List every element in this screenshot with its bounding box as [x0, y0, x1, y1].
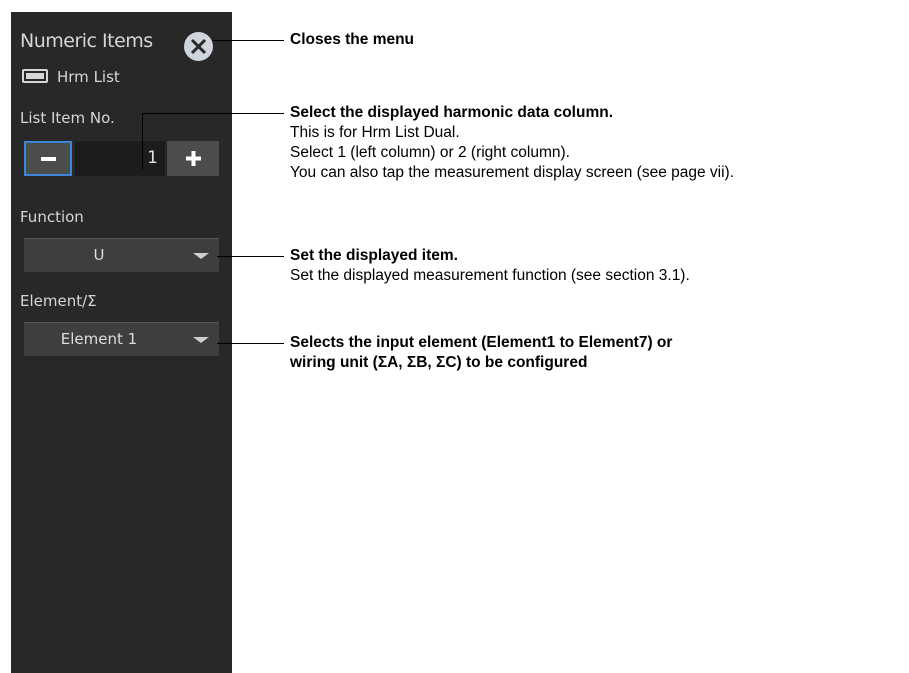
chevron-down-icon [193, 337, 209, 343]
plus-icon [185, 151, 201, 166]
function-dropdown[interactable]: U [24, 238, 219, 272]
hrm-list-icon [22, 69, 48, 83]
list-item-label: List Item No. [20, 109, 115, 127]
menu-title: Numeric Items [20, 30, 153, 52]
annotation-list-item: Select the displayed harmonic data colum… [290, 104, 735, 181]
annotation-element: Selects the input element (Element1 to E… [290, 334, 673, 371]
callout-line-list-item-drop [142, 113, 143, 170]
numeric-items-menu: Numeric Items Hrm List List Item No. 1 F… [11, 12, 232, 673]
callout-line-list-item [142, 113, 284, 114]
decrement-button[interactable] [24, 141, 72, 176]
function-label: Function [20, 208, 84, 226]
callout-line-close [213, 40, 284, 41]
function-value: U [93, 246, 105, 264]
element-label: Element/Σ [20, 292, 97, 310]
close-button[interactable] [184, 32, 213, 61]
increment-button[interactable] [167, 141, 219, 176]
element-value: Element 1 [60, 330, 138, 348]
callout-line-function [217, 256, 284, 257]
chevron-down-icon [193, 253, 209, 259]
callout-line-element [217, 343, 284, 344]
annotation-close: Closes the menu [290, 31, 415, 48]
list-item-value[interactable]: 1 [75, 141, 165, 176]
element-dropdown[interactable]: Element 1 [24, 322, 219, 356]
display-mode-label: Hrm List [57, 68, 120, 86]
minus-icon [40, 156, 56, 161]
annotation-function: Set the displayed item. Set the displaye… [290, 247, 690, 284]
close-icon [190, 38, 207, 55]
